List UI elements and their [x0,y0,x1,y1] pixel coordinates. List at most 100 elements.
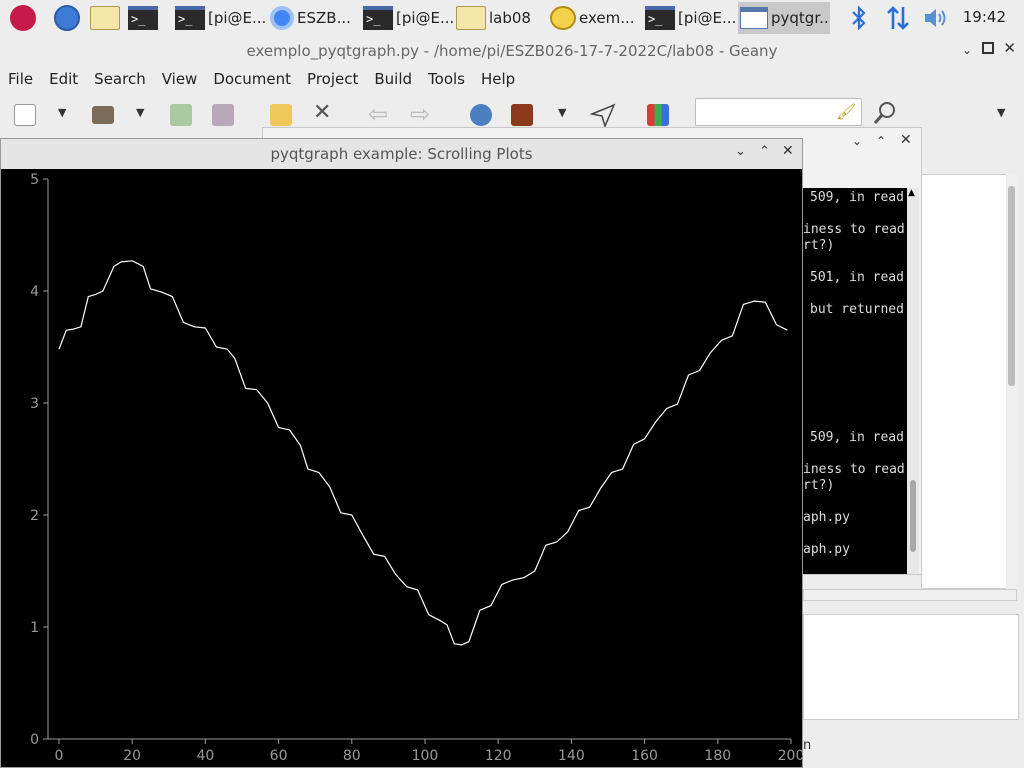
x-tick-label: 180 [704,748,731,764]
network-icon[interactable] [885,5,911,31]
taskbar-label: pyqtgr... [771,9,830,27]
compile-icon[interactable] [470,104,492,126]
y-tick-label: 5 [30,172,39,188]
close-button[interactable]: ✕ [1003,39,1016,57]
clock: 19:42 [962,8,1006,26]
menu-tools[interactable]: Tools [420,66,473,92]
close-button[interactable]: ✕ [782,143,794,159]
terminal-line: rt?) [803,238,835,253]
folder-icon [90,6,120,30]
close-file-icon[interactable]: ✕ [313,100,331,125]
color-chooser-icon[interactable] [647,104,669,126]
minimize-button[interactable]: ⌄ [735,144,746,159]
y-tick-label: 4 [30,284,39,300]
x-tick-label: 60 [270,748,288,764]
terminal-icon: >_ [175,6,205,30]
editor-scrollbar[interactable] [1006,174,1017,589]
build-icon[interactable] [511,104,533,126]
menu-bar: File Edit Search View Document Project B… [0,66,523,92]
terminal-line: 509, in read [810,190,904,205]
minimize-button[interactable]: ⌄ [962,43,972,57]
taskbar-label: lab08 [489,9,531,27]
file-manager-launcher[interactable] [90,2,124,34]
taskbar-geany[interactable]: exem... [550,2,640,34]
message-panel [803,614,1019,720]
maximize-button[interactable]: ⌃ [759,144,770,159]
x-tick-label: 20 [123,748,141,764]
forward-icon[interactable]: ⇨ [410,100,430,128]
x-tick-label: 140 [558,748,585,764]
terminal-line: aph.py [803,510,850,525]
toolbar-overflow-icon[interactable]: ▼ [997,106,1005,119]
menu-project[interactable]: Project [299,66,366,92]
browser-launcher[interactable] [50,2,84,34]
terminal-launcher[interactable]: >_ [128,2,164,34]
pyqtgraph-window: pyqtgraph example: Scrolling Plots ⌄ ⌃ ✕… [0,138,803,768]
taskbar-chromium[interactable]: ESZB... [270,2,358,34]
menu-view[interactable]: View [154,66,206,92]
taskbar-label: [pi@E... [396,9,453,27]
series-line [58,260,788,646]
raspberry-icon [10,5,36,31]
status-fragment: n [803,738,812,753]
taskbar-terminal-3[interactable]: >_ [pi@E... [645,2,735,34]
taskbar-terminal-1[interactable]: >_ [pi@E... [175,2,265,34]
menu-build[interactable]: Build [366,66,420,92]
x-tick-label: 80 [343,748,361,764]
geany-icon [550,6,576,30]
bluetooth-icon[interactable] [849,6,869,30]
menu-button[interactable] [6,2,40,34]
horizontal-scrollbar[interactable] [803,589,1017,601]
terminal-icon: >_ [363,6,393,30]
taskbar-folder-lab08[interactable]: lab08 [456,2,546,34]
plot-area[interactable]: 0 1 2 3 4 5 0 20 40 60 80 100 120 140 160 180 200 [1,169,802,767]
taskbar-label: [pi@E... [678,9,735,27]
menu-document[interactable]: Document [205,66,299,92]
chevron-down-icon[interactable]: ▼ [58,106,66,119]
maximize-button[interactable] [982,42,994,54]
editor-area[interactable] [921,174,1017,589]
chevron-down-icon[interactable]: ▼ [136,106,144,119]
revert-icon[interactable] [270,104,292,126]
volume-icon[interactable] [922,6,950,30]
execute-icon[interactable] [590,102,616,128]
save-all-icon[interactable] [212,104,234,126]
search-icon[interactable] [872,100,898,126]
taskbar-pyqtgraph[interactable]: pyqtgr... [738,2,830,34]
save-icon[interactable] [170,104,192,126]
minimize-button[interactable]: ⌄ [852,134,862,148]
terminal-scrollbar[interactable]: ▲ [907,188,919,574]
taskbar-label: [pi@E... [208,9,265,27]
back-icon[interactable]: ⇦ [368,100,388,128]
terminal-line: iness to read [803,462,905,477]
maximize-button[interactable]: ⌃ [876,134,886,148]
y-tick-label: 1 [30,620,39,636]
chromium-icon [270,6,294,30]
y-tick-label: 2 [30,508,39,524]
window-title: exemplo_pyqtgraph.py - /home/pi/ESZB026-… [246,42,778,60]
menu-help[interactable]: Help [473,66,523,92]
close-button[interactable]: ✕ [900,132,912,148]
folder-icon [456,6,486,30]
chevron-down-icon[interactable]: ▼ [558,106,566,119]
terminal-line: 509, in read [810,430,904,445]
window-icon [740,7,768,29]
x-tick-label: 160 [631,748,658,764]
menu-edit[interactable]: Edit [41,66,86,92]
plot-window-title: pyqtgraph example: Scrolling Plots [1,139,802,169]
new-file-icon[interactable] [14,104,36,126]
taskbar-label: exem... [579,9,635,27]
taskbar-terminal-2[interactable]: >_ [pi@E... [363,2,453,34]
terminal-line: 501, in read [810,270,904,285]
y-tick-label: 0 [30,732,39,748]
terminal-line: but returned [810,302,904,317]
menu-file[interactable]: File [0,66,41,92]
globe-icon [54,5,80,31]
menu-search[interactable]: Search [86,66,154,92]
x-tick-label: 100 [412,748,439,764]
clear-search-icon[interactable]: 🖌 [836,102,856,121]
x-tick-label: 40 [196,748,214,764]
terminal-line: aph.py [803,542,850,557]
y-tick-label: 3 [30,396,39,412]
open-file-icon[interactable] [92,106,114,124]
